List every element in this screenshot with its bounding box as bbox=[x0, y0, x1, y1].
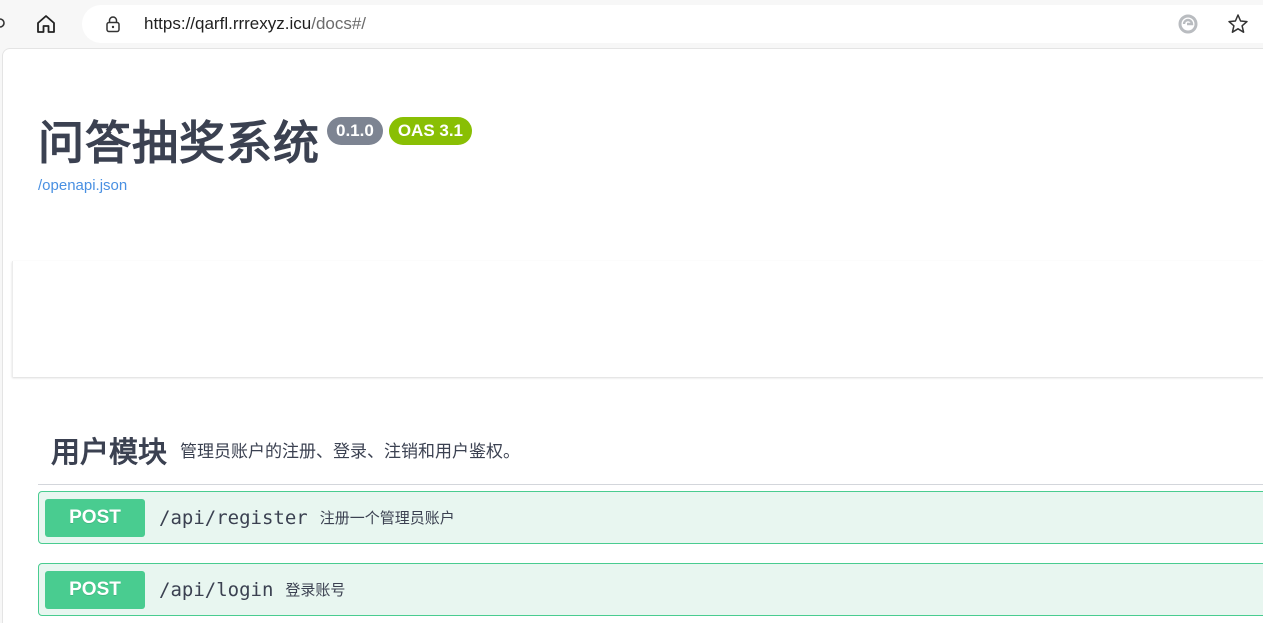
operation-login[interactable]: POST /api/login 登录账号 bbox=[38, 563, 1263, 616]
operation-summary: 登录账号 bbox=[285, 581, 346, 599]
page-viewport: 问答抽奖系统 0.1.0 OAS 3.1 /openapi.json 用户模块 … bbox=[2, 48, 1263, 623]
openapi-json-link[interactable]: /openapi.json bbox=[38, 177, 127, 194]
scheme-container bbox=[12, 261, 1263, 377]
lock-icon[interactable] bbox=[104, 15, 122, 33]
home-icon bbox=[37, 15, 55, 33]
tag-section-user: 用户模块 管理员账户的注册、登录、注销和用户鉴权。 POST /api/regi… bbox=[38, 415, 1263, 616]
version-badge: 0.1.0 bbox=[327, 117, 383, 145]
method-badge: POST bbox=[45, 498, 145, 537]
browser-toolbar: https://qarfl.rrrexyz.icu/docs#/ bbox=[0, 0, 1263, 48]
operation-register[interactable]: POST /api/register 注册一个管理员账户 bbox=[38, 491, 1263, 544]
method-badge: POST bbox=[45, 570, 145, 609]
home-button[interactable] bbox=[32, 10, 60, 38]
url-text[interactable]: https://qarfl.rrrexyz.icu/docs#/ bbox=[144, 14, 366, 34]
edge-extension-icon[interactable] bbox=[1176, 12, 1200, 36]
back-arrow-icon[interactable] bbox=[0, 12, 6, 34]
api-info: 问答抽奖系统 0.1.0 OAS 3.1 bbox=[38, 113, 473, 173]
operation-path: /api/login bbox=[159, 578, 274, 601]
operation-summary: 注册一个管理员账户 bbox=[319, 509, 455, 527]
operation-path: /api/register bbox=[159, 506, 308, 529]
url-path: /docs#/ bbox=[311, 14, 367, 33]
star-icon[interactable] bbox=[1226, 12, 1250, 36]
oas-badge: OAS 3.1 bbox=[388, 117, 473, 145]
tag-header[interactable]: 用户模块 管理员账户的注册、登录、注销和用户鉴权。 bbox=[38, 415, 1263, 485]
url-host: https://qarfl.rrrexyz.icu bbox=[144, 14, 312, 33]
tag-name: 用户模块 bbox=[51, 434, 168, 469]
api-title: 问答抽奖系统 bbox=[38, 116, 320, 170]
address-bar[interactable]: https://qarfl.rrrexyz.icu/docs#/ bbox=[82, 5, 1263, 43]
tag-description: 管理员账户的注册、登录、注销和用户鉴权。 bbox=[180, 442, 521, 462]
